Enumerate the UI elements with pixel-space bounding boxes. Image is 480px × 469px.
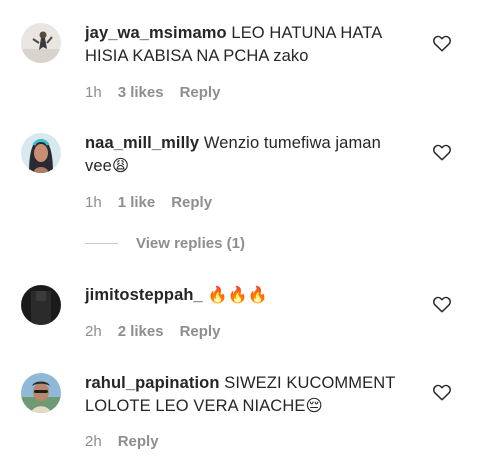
avatar[interactable] (21, 285, 61, 325)
comment-likes[interactable]: 3 likes (118, 84, 164, 101)
avatar[interactable] (21, 23, 61, 63)
comment-likes[interactable]: 2 likes (118, 323, 164, 340)
comment-likes[interactable]: 1 like (118, 194, 156, 211)
comment-time: 1h (85, 84, 102, 101)
divider-line (85, 243, 118, 244)
comment-username[interactable]: naa_mill_milly (85, 134, 199, 152)
comment-meta: 2h 2 likes Reply (85, 323, 236, 340)
comment-meta: 1h 1 like Reply (85, 194, 228, 211)
view-replies-button[interactable]: View replies (1) (85, 235, 245, 252)
comment-body: jimitosteppah_ 🔥🔥🔥 (85, 284, 410, 307)
reply-button[interactable]: Reply (118, 433, 159, 450)
comment-body: naa_mill_milly Wenzio tumefiwa jaman vee… (85, 132, 410, 178)
comment-time: 2h (85, 433, 102, 450)
avatar[interactable] (21, 133, 61, 173)
comment-username[interactable]: jimitosteppah_ (85, 286, 203, 304)
heart-outline-icon[interactable] (432, 383, 452, 401)
comment-body: jay_wa_msimamo LEO HATUNA HATA HISIA KAB… (85, 22, 410, 68)
heart-outline-icon[interactable] (432, 295, 452, 313)
view-replies-label[interactable]: View replies (1) (136, 235, 245, 252)
comment-meta: 2h Reply (85, 433, 175, 450)
avatar[interactable] (21, 373, 61, 413)
reply-button[interactable]: Reply (171, 194, 212, 211)
comment-username[interactable]: rahul_papination (85, 374, 220, 392)
comment-body: rahul_papination SIWEZI KUCOMMENT LOLOTE… (85, 372, 410, 418)
heart-outline-icon[interactable] (432, 34, 452, 52)
comment-time: 1h (85, 194, 102, 211)
heart-outline-icon[interactable] (432, 143, 452, 161)
comment-text: 🔥🔥🔥 (207, 287, 268, 304)
comment-time: 2h (85, 323, 102, 340)
comment-username[interactable]: jay_wa_msimamo (85, 24, 227, 42)
reply-button[interactable]: Reply (180, 323, 221, 340)
comment-meta: 1h 3 likes Reply (85, 84, 236, 101)
reply-button[interactable]: Reply (180, 84, 221, 101)
